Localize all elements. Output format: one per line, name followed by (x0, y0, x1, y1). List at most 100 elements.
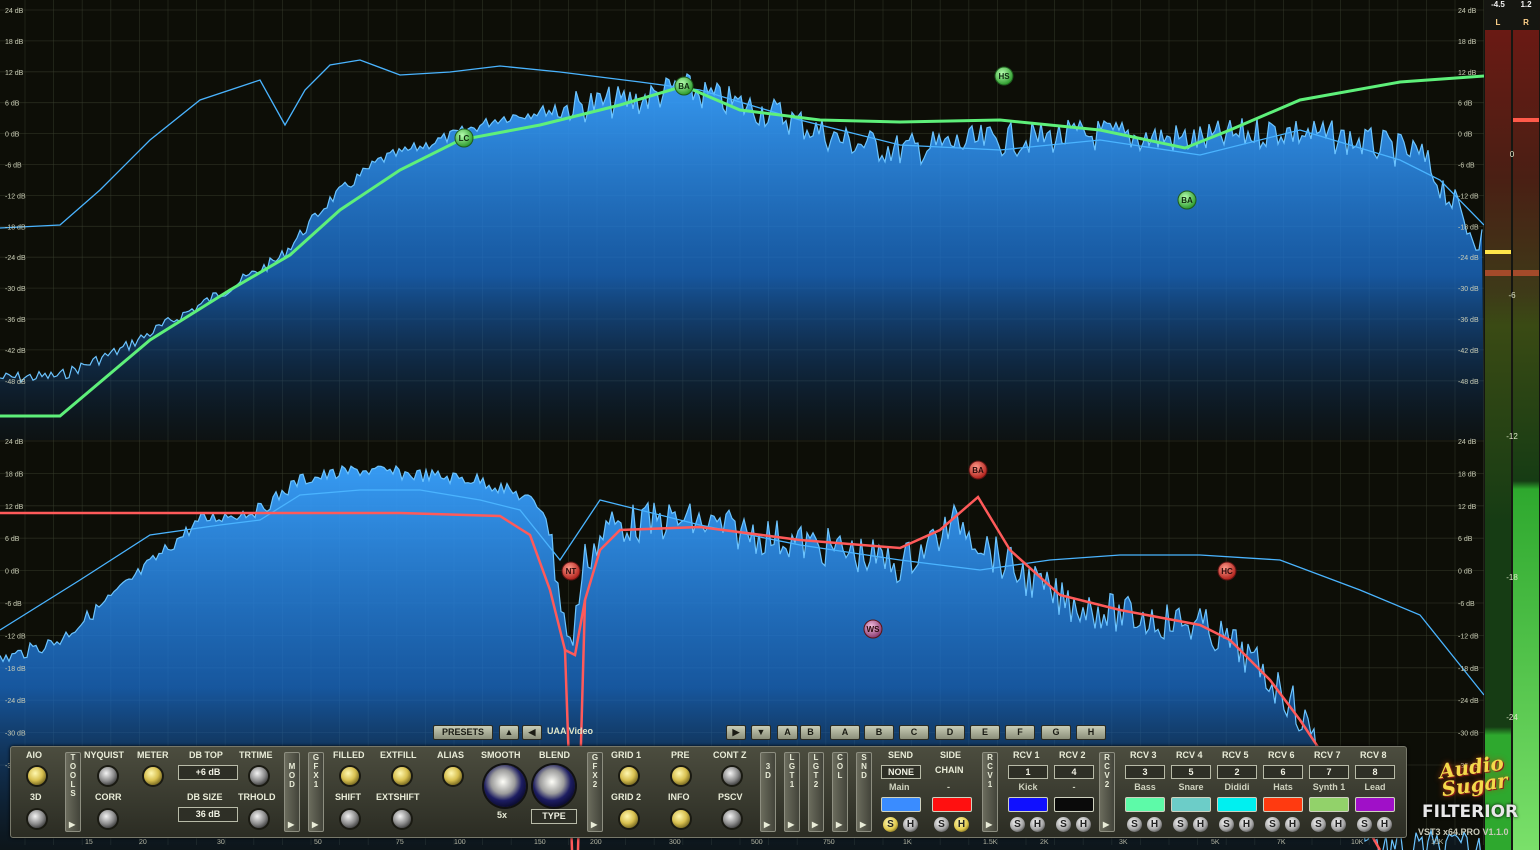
extshift-knob[interactable] (393, 810, 411, 828)
rcv6-h-button[interactable]: H (1285, 817, 1300, 832)
upper-node-ba[interactable]: BA (1177, 190, 1197, 210)
slot-left-a-button[interactable]: A (777, 725, 798, 740)
rcv4-number[interactable]: 5 (1171, 765, 1211, 779)
trhold-knob[interactable] (250, 810, 268, 828)
rcv2-h-button[interactable]: H (1076, 817, 1091, 832)
rcv3-h-button[interactable]: H (1147, 817, 1162, 832)
rcv7-color-swatch[interactable] (1309, 797, 1349, 812)
rcv6-s-button[interactable]: S (1265, 817, 1280, 832)
grid2-knob[interactable] (620, 810, 638, 828)
pre-knob[interactable] (672, 767, 690, 785)
right-peak-readout[interactable]: 1.2 (1513, 0, 1539, 9)
rcv1-color-swatch[interactable] (1008, 797, 1048, 812)
rcv5-h-button[interactable]: H (1239, 817, 1254, 832)
sidechain-color-swatch[interactable] (932, 797, 972, 812)
extfill-knob[interactable] (393, 767, 411, 785)
lower-node-hc[interactable]: HC (1217, 561, 1237, 581)
rcv2-number[interactable]: 4 (1054, 765, 1094, 779)
rcv2-tab[interactable]: R C V 2 ▶ (1099, 752, 1115, 832)
rcv3-number[interactable]: 3 (1125, 765, 1165, 779)
lower-node-nt[interactable]: NT (561, 561, 581, 581)
mod-tab[interactable]: M O D ▶ (284, 752, 300, 832)
gfx1-tab[interactable]: G F X 1 ▶ (308, 752, 324, 832)
rcv3-s-button[interactable]: S (1127, 817, 1142, 832)
blend-knob[interactable] (533, 765, 575, 807)
trtime-knob[interactable] (250, 767, 268, 785)
slot-c-button[interactable]: C (899, 725, 929, 740)
info-knob[interactable] (672, 810, 690, 828)
slot-f-button[interactable]: F (1005, 725, 1035, 740)
send-color-swatch[interactable] (881, 797, 921, 812)
preset-prev-button[interactable]: ◀ (522, 725, 542, 740)
gfx2-tab[interactable]: G F X 2 ▶ (587, 752, 603, 832)
db-size-value[interactable]: 36 dB (178, 807, 238, 822)
alias-knob[interactable] (444, 767, 462, 785)
preset-name[interactable]: UAA Video (547, 726, 593, 736)
rcv6-color-swatch[interactable] (1263, 797, 1303, 812)
send-value[interactable]: NONE (881, 765, 921, 779)
tools-tab[interactable]: T O O L S ▶ (65, 752, 81, 832)
rcv8-number[interactable]: 8 (1355, 765, 1395, 779)
rcv1-s-button[interactable]: S (1010, 817, 1025, 832)
send-s-button[interactable]: S (883, 817, 898, 832)
smooth-knob[interactable] (484, 765, 526, 807)
rcv6-name: Hats (1273, 782, 1293, 792)
lgt1-tab[interactable]: L G T 1 ▶ (784, 752, 800, 832)
sidechain-s-button[interactable]: S (934, 817, 949, 832)
slot-left-b-button[interactable]: B (800, 725, 821, 740)
3d-tab[interactable]: 3 D ▶ (760, 752, 776, 832)
slot-b-button[interactable]: B (864, 725, 894, 740)
rcv8-s-button[interactable]: S (1357, 817, 1372, 832)
rcv4-h-button[interactable]: H (1193, 817, 1208, 832)
rcv2-s-button[interactable]: S (1056, 817, 1071, 832)
send-h-button[interactable]: H (903, 817, 918, 832)
3d-knob[interactable] (28, 810, 46, 828)
slot-d-button[interactable]: D (935, 725, 965, 740)
rcv1-tab[interactable]: R C V 1 ▶ (982, 752, 998, 832)
pscv-knob[interactable] (723, 810, 741, 828)
rcv4-color-swatch[interactable] (1171, 797, 1211, 812)
contz-knob[interactable] (723, 767, 741, 785)
slot-g-button[interactable]: G (1041, 725, 1071, 740)
slot-e-button[interactable]: E (970, 725, 1000, 740)
left-peak-readout[interactable]: -4.5 (1485, 0, 1511, 9)
lower-node-ba[interactable]: BA (968, 460, 988, 480)
lower-node-ws[interactable]: WS (863, 619, 883, 639)
rcv8-h-button[interactable]: H (1377, 817, 1392, 832)
rcv1-number[interactable]: 1 (1008, 765, 1048, 779)
lgt2-tab[interactable]: L G T 2 ▶ (808, 752, 824, 832)
rcv4-s-button[interactable]: S (1173, 817, 1188, 832)
sidechain-h-button[interactable]: H (954, 817, 969, 832)
snd-tab[interactable]: S N D ▶ (856, 752, 872, 832)
filled-knob[interactable] (341, 767, 359, 785)
rcv5-number[interactable]: 2 (1217, 765, 1257, 779)
rcv5-color-swatch[interactable] (1217, 797, 1257, 812)
rcv1-h-button[interactable]: H (1030, 817, 1045, 832)
rcv3-color-swatch[interactable] (1125, 797, 1165, 812)
slot-a-button[interactable]: A (830, 725, 860, 740)
preset-down-button[interactable]: ▼ (751, 725, 771, 740)
rcv6-number[interactable]: 6 (1263, 765, 1303, 779)
meter-knob[interactable] (144, 767, 162, 785)
type-button[interactable]: TYPE (531, 809, 577, 824)
rcv5-s-button[interactable]: S (1219, 817, 1234, 832)
upper-node-lc[interactable]: LC (454, 128, 474, 148)
aio-knob[interactable] (28, 767, 46, 785)
col-tab[interactable]: C O L ▶ (832, 752, 848, 832)
rcv2-color-swatch[interactable] (1054, 797, 1094, 812)
preset-next-button[interactable]: ▶ (726, 725, 746, 740)
preset-up-button[interactable]: ▲ (499, 725, 519, 740)
grid1-knob[interactable] (620, 767, 638, 785)
shift-knob[interactable] (341, 810, 359, 828)
upper-node-ba[interactable]: BA (674, 76, 694, 96)
upper-node-hs[interactable]: HS (994, 66, 1014, 86)
corr-knob[interactable] (99, 810, 117, 828)
rcv8-color-swatch[interactable] (1355, 797, 1395, 812)
presets-button[interactable]: PRESETS (433, 725, 493, 740)
nyquist-knob[interactable] (99, 767, 117, 785)
slot-h-button[interactable]: H (1076, 725, 1106, 740)
rcv7-h-button[interactable]: H (1331, 817, 1346, 832)
rcv7-s-button[interactable]: S (1311, 817, 1326, 832)
rcv7-number[interactable]: 7 (1309, 765, 1349, 779)
db-top-value[interactable]: +6 dB (178, 765, 238, 780)
